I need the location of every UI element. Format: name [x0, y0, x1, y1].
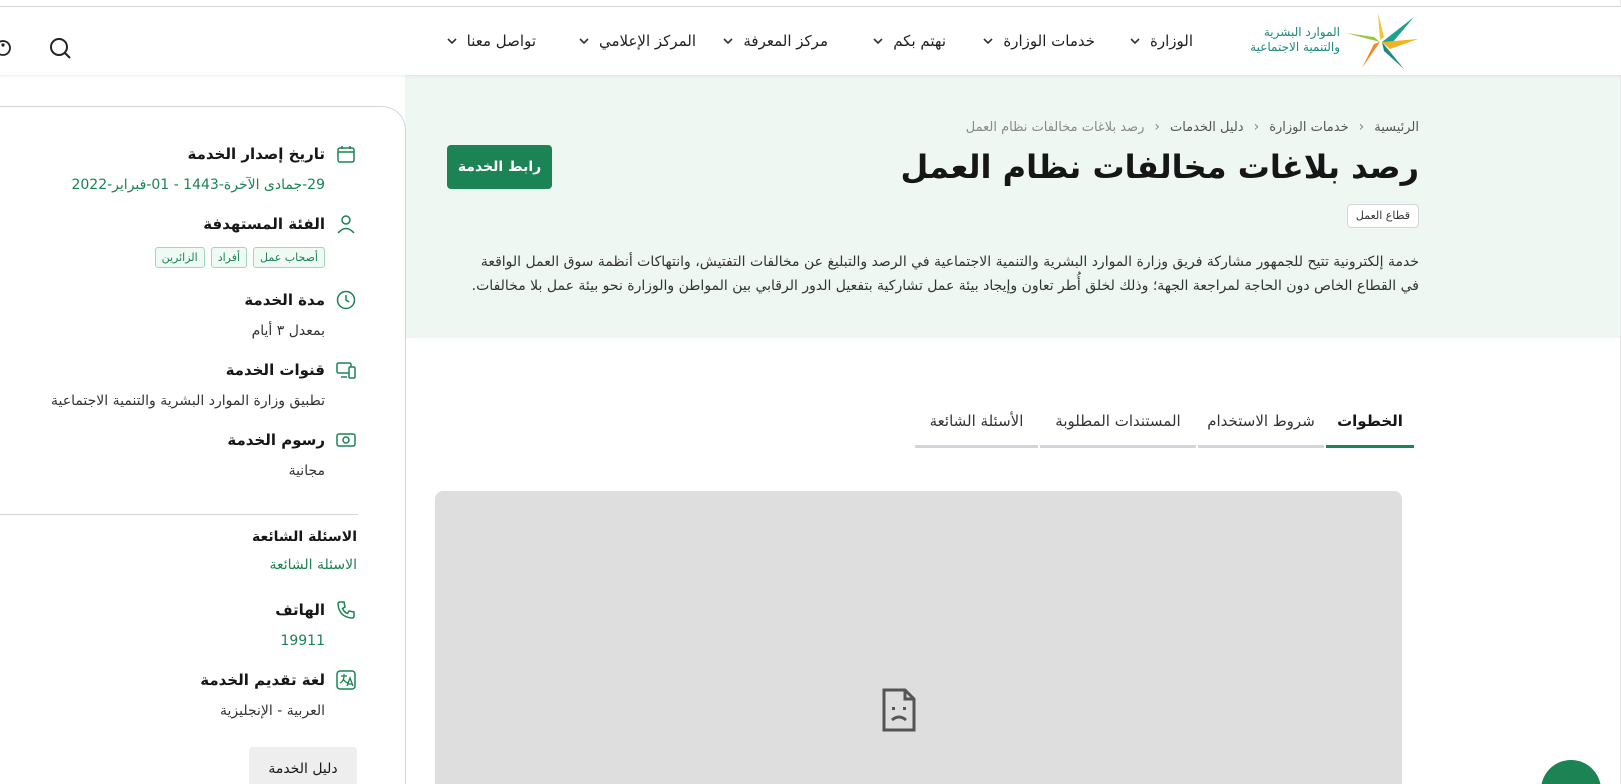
- tab-faq[interactable]: الأسئلة الشائعة: [915, 396, 1038, 448]
- help-chat-button[interactable]: [1541, 760, 1601, 784]
- faq-section: الاسئلة الشائعة الاسئلة الشائعة: [252, 529, 357, 573]
- accessibility-icon[interactable]: [0, 37, 12, 59]
- release-date-section: تاريخ إصدار الخدمة 29-جمادى الآخرة-1443 …: [71, 143, 357, 193]
- tab-required-documents[interactable]: المستندات المطلوبة: [1040, 396, 1196, 448]
- translate-icon: [336, 670, 356, 690]
- fees-value: مجانية: [288, 463, 325, 479]
- channels-section: قنوات الخدمة تطبيق وزارة الموارد البشرية…: [51, 359, 357, 409]
- chevron-down-icon: [723, 38, 733, 45]
- target-group-title: الفئة المستهدفة: [203, 215, 325, 233]
- service-description: خدمة إلكترونية تتيح للجمهور مشاركة فريق …: [471, 254, 1419, 294]
- fees-section: رسوم الخدمة مجانية: [227, 429, 357, 479]
- breadcrumb-home[interactable]: الرئيسية: [1374, 120, 1419, 135]
- phone-title: الهاتف: [275, 601, 325, 619]
- money-icon: [336, 433, 356, 447]
- phone-section: الهاتف 19911: [275, 599, 357, 649]
- release-date-value: 29-جمادى الآخرة-1443 - 01-فبراير-2022: [71, 177, 325, 193]
- tab-terms-of-use[interactable]: شروط الاستخدام: [1198, 396, 1324, 448]
- breadcrumb-services-guide[interactable]: دليل الخدمات: [1170, 120, 1244, 135]
- breadcrumb: الرئيسية ‹ خدمات الوزارة ‹ دليل الخدمات …: [966, 119, 1419, 135]
- nav-label: نهتم بكم: [893, 32, 946, 50]
- target-tag: الزائرين: [154, 247, 205, 268]
- browser-top-edge: [0, 0, 1621, 7]
- nav-label: الوزارة: [1149, 32, 1193, 50]
- sidebar-divider: [0, 514, 358, 515]
- faq-link[interactable]: الاسئلة الشائعة: [252, 557, 358, 573]
- service-link-button[interactable]: رابط الخدمة: [447, 145, 552, 189]
- service-details-sidebar: تاريخ إصدار الخدمة 29-جمادى الآخرة-1443 …: [0, 106, 406, 784]
- phone-icon: [337, 601, 355, 619]
- logo-text: الموارد البشرية والتنمية الاجتماعية: [1232, 25, 1340, 55]
- channels-title: قنوات الخدمة: [225, 361, 325, 379]
- user-icon: [337, 215, 355, 234]
- nav-label: خدمات الوزارة: [1003, 32, 1095, 50]
- chevron-down-icon: [873, 38, 883, 45]
- duration-value: بمعدل ٣ أيام: [251, 323, 325, 339]
- ministry-logo[interactable]: الموارد البشرية والتنمية الاجتماعية: [1232, 13, 1422, 69]
- nav-label: مركز المعرفة: [743, 32, 828, 50]
- chevron-down-icon: [579, 38, 589, 45]
- nav-item-knowledge-center[interactable]: مركز المعرفة: [721, 29, 828, 53]
- language-section: لغة تقديم الخدمة العربية - الإنجليزية: [200, 669, 357, 719]
- release-date-title: تاريخ إصدار الخدمة: [187, 145, 326, 163]
- site-header: الموارد البشرية والتنمية الاجتماعية الوز…: [0, 7, 1621, 75]
- duration-section: مدة الخدمة بمعدل ٣ أيام: [244, 289, 357, 339]
- nav-label: المركز الإعلامي: [598, 32, 696, 50]
- nav-item-ministry[interactable]: الوزارة: [1128, 29, 1193, 53]
- fees-title: رسوم الخدمة: [227, 431, 325, 449]
- target-group-section: الفئة المستهدفة أصحاب عمل أفراد الزائرين: [154, 213, 357, 268]
- channels-value: تطبيق وزارة الموارد البشرية والتنمية الا…: [50, 393, 325, 409]
- service-hero: الرئيسية ‹ خدمات الوزارة ‹ دليل الخدمات …: [405, 75, 1621, 338]
- nav-item-ministry-services[interactable]: خدمات الوزارة: [981, 29, 1095, 53]
- breadcrumb-ministry-services[interactable]: خدمات الوزارة: [1269, 120, 1348, 135]
- devices-icon: [336, 362, 356, 379]
- nav-item-we-care[interactable]: نهتم بكم: [871, 29, 946, 53]
- target-group-tags: أصحاب عمل أفراد الزائرين: [154, 247, 325, 268]
- chevron-left-icon: ‹: [1154, 119, 1160, 135]
- language-title: لغة تقديم الخدمة: [200, 671, 325, 689]
- calendar-icon: [337, 146, 355, 163]
- sector-tag: قطاع العمل: [1346, 204, 1419, 228]
- logo-mark-icon: [1346, 13, 1418, 69]
- broken-page-icon: [882, 688, 916, 732]
- logo-line-1: الموارد البشرية: [1263, 25, 1340, 39]
- breadcrumb-current: رصد بلاغات مخالفات نظام العمل: [965, 119, 1145, 135]
- search-icon[interactable]: [48, 36, 72, 60]
- clock-icon: [336, 290, 356, 310]
- phone-value[interactable]: 19911: [275, 633, 325, 649]
- duration-title: مدة الخدمة: [244, 291, 325, 309]
- faq-title: الاسئلة الشائعة: [252, 529, 357, 545]
- nav-label: تواصل معنا: [466, 32, 536, 50]
- tab-steps[interactable]: الخطوات: [1326, 396, 1414, 448]
- logo-line-2: والتنمية الاجتماعية: [1250, 40, 1340, 54]
- chevron-left-icon: ‹: [1358, 119, 1365, 135]
- chevron-down-icon: [983, 38, 993, 45]
- target-tag: أفراد: [210, 247, 248, 268]
- nav-item-media-center[interactable]: المركز الإعلامي: [577, 29, 696, 53]
- embedded-content-frame: [435, 491, 1402, 784]
- chevron-down-icon: [1130, 38, 1140, 45]
- target-tag: أصحاب عمل: [253, 247, 325, 268]
- page-title: رصد بلاغات مخالفات نظام العمل: [900, 148, 1419, 186]
- service-guide-button[interactable]: دليل الخدمة: [249, 747, 357, 784]
- language-value: العربية - الإنجليزية: [219, 703, 325, 719]
- chevron-left-icon: ‹: [1253, 119, 1260, 135]
- chevron-down-icon: [447, 38, 457, 45]
- nav-item-contact-us[interactable]: تواصل معنا: [445, 29, 536, 53]
- service-tabs: الخطوات شروط الاستخدام المستندات المطلوب…: [911, 396, 1414, 448]
